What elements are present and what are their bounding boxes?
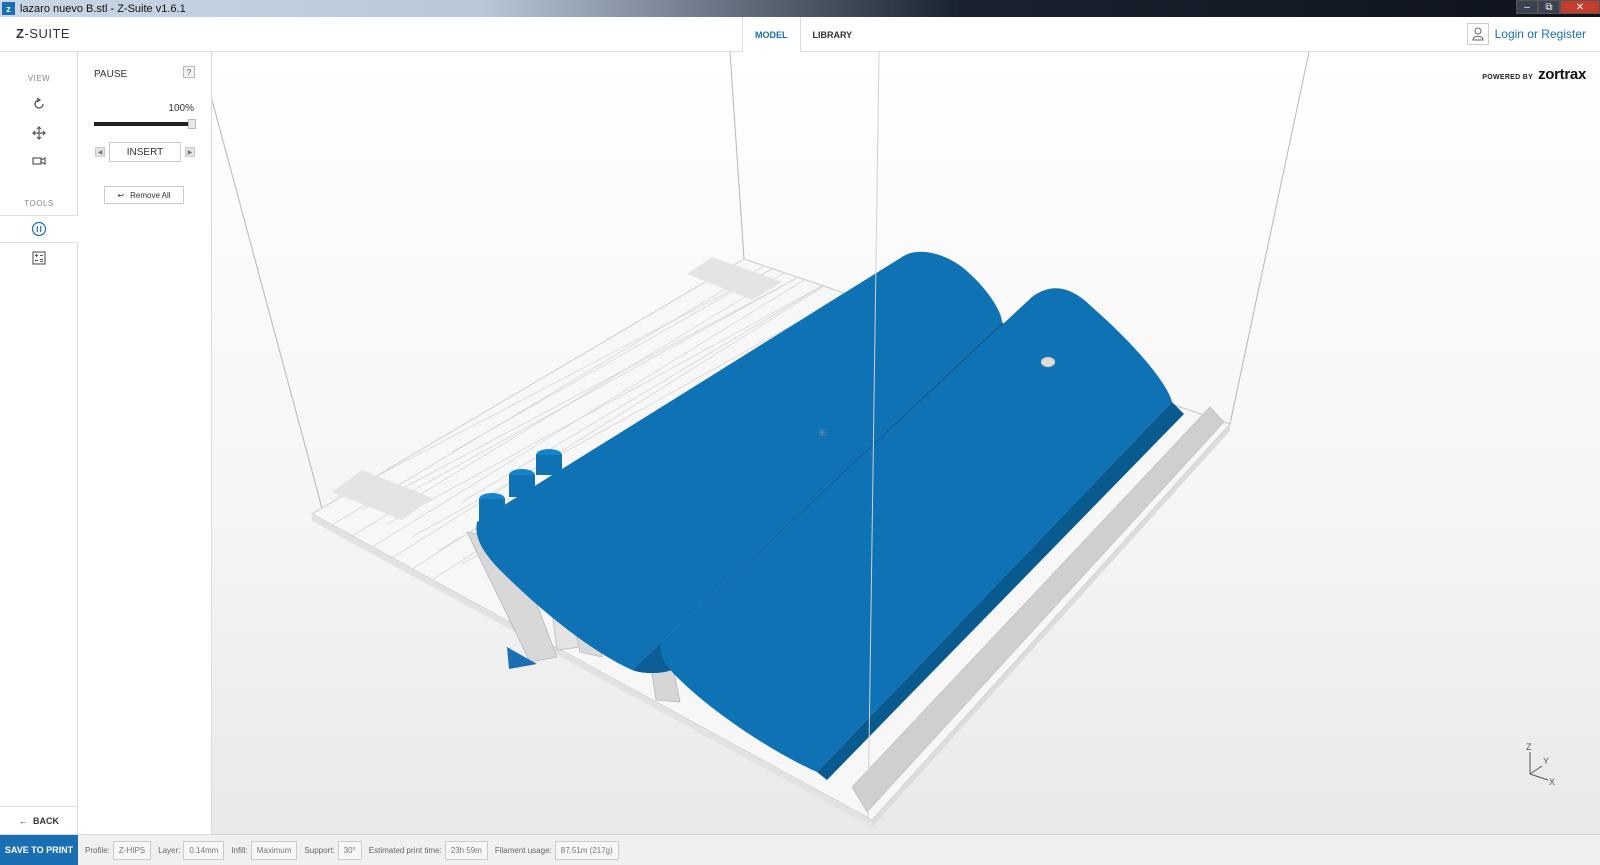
- bottom-status-bar: SAVE TO PRINT Profile: Z-HIPS Layer: 0.1…: [0, 834, 1600, 865]
- app-icon: z: [2, 2, 15, 15]
- layer-settings-icon: [32, 251, 46, 265]
- stat-label: Estimated print time:: [368, 845, 442, 855]
- tab-library[interactable]: LIBRARY: [801, 17, 865, 52]
- stat-profile: Profile: Z-HIPS: [85, 840, 152, 860]
- app-logo: Z-SUITE: [16, 26, 71, 41]
- stat-infill: Infill: Maximum: [231, 840, 298, 860]
- model-post: [536, 455, 562, 475]
- left-sidebar: VIEW TOOLS ← BACK: [0, 52, 78, 834]
- remove-all-label: Remove All: [130, 190, 171, 200]
- powered-by-logo: POWERED BY zortrax: [1482, 66, 1586, 83]
- back-label: BACK: [33, 815, 59, 826]
- scene-svg: ✳ Z Y X: [212, 52, 1555, 827]
- restore-icon[interactable]: ⧉: [1538, 0, 1560, 14]
- volume-edge: [212, 99, 324, 513]
- pan-view-button[interactable]: [0, 120, 78, 146]
- stat-value: 23h 59m: [444, 840, 488, 860]
- window-controls: – ⧉ ✕: [1516, 0, 1600, 14]
- rotate-icon: [34, 97, 44, 109]
- camera-view-button[interactable]: [0, 148, 78, 174]
- stat-label: Layer:: [158, 845, 181, 855]
- minimize-icon[interactable]: –: [1516, 0, 1538, 14]
- stat-value: Maximum: [250, 840, 298, 860]
- arrow-left-icon: ←: [19, 815, 28, 826]
- stat-print-time: Estimated print time: 23h 59m: [368, 840, 488, 860]
- pause-tool-button[interactable]: [0, 215, 78, 243]
- stat-value: 30°: [337, 840, 362, 860]
- model-post: [479, 499, 505, 524]
- login-area[interactable]: Login or Register: [1466, 23, 1586, 45]
- pan-icon: [32, 126, 46, 140]
- user-icon[interactable]: [1466, 23, 1489, 45]
- tools-section-label: TOOLS: [24, 199, 54, 208]
- save-to-print-button[interactable]: SAVE TO PRINT: [0, 834, 78, 865]
- undo-arrow-icon: ↩: [117, 190, 125, 200]
- stat-label: Support:: [304, 845, 335, 855]
- camera-icon: [32, 157, 46, 165]
- rotate-view-button[interactable]: [0, 91, 78, 117]
- powered-by-text: POWERED BY: [1482, 74, 1534, 81]
- back-button[interactable]: ← BACK: [0, 806, 78, 834]
- stat-label: Filament usage:: [494, 845, 552, 855]
- axis-y-label: Y: [1543, 756, 1549, 766]
- stat-value: Z-HIPS: [112, 840, 152, 860]
- stat-value: 0.14mm: [183, 840, 225, 860]
- main-tabs: MODEL LIBRARY: [742, 17, 865, 53]
- model-post: [509, 475, 535, 497]
- stat-value: 87.51m (217g): [554, 840, 619, 860]
- prev-layer-button[interactable]: ◀: [95, 147, 105, 157]
- window-title-bar: z lazaro nuevo B.stl - Z-Suite v1.6.1 – …: [0, 0, 1600, 17]
- stat-label: Infill:: [231, 845, 248, 855]
- tab-model[interactable]: MODEL: [742, 17, 801, 53]
- insert-button[interactable]: INSERT: [109, 142, 181, 162]
- slider-handle[interactable]: [188, 119, 196, 129]
- insert-row: ◀ INSERT ▶: [95, 142, 195, 162]
- top-header: Z-SUITE MODEL LIBRARY Login or Register: [0, 17, 1600, 53]
- login-register-link[interactable]: Login or Register: [1495, 27, 1586, 41]
- center-marker-icon: ✳: [817, 426, 827, 440]
- stat-filament: Filament usage: 87.51m (217g): [494, 840, 619, 860]
- stat-support: Support: 30°: [304, 840, 362, 860]
- layer-slider[interactable]: [94, 119, 196, 129]
- pause-icon: [31, 221, 47, 237]
- axis-z-label: Z: [1526, 742, 1532, 752]
- axis-x-label: X: [1549, 777, 1555, 787]
- brand-logo: zortrax: [1538, 66, 1586, 83]
- view-section-label: VIEW: [27, 74, 51, 83]
- layer-percent: 100%: [168, 103, 194, 114]
- stat-label: Profile:: [85, 845, 110, 855]
- 3d-viewport[interactable]: ✳ Z Y X POWERED BY zortrax: [212, 52, 1600, 834]
- close-icon[interactable]: ✕: [1560, 0, 1600, 14]
- volume-edge: [729, 52, 745, 260]
- stat-layer: Layer: 0.14mm: [158, 840, 225, 860]
- next-layer-button[interactable]: ▶: [185, 147, 195, 157]
- help-button[interactable]: ?: [183, 66, 195, 78]
- pause-panel: PAUSE ? 100% ◀ INSERT ▶ ↩ Remove All: [79, 52, 212, 834]
- panel-title: PAUSE: [94, 69, 128, 80]
- layer-settings-tool-button[interactable]: [0, 245, 78, 271]
- model-hole: [1040, 356, 1056, 368]
- window-title: lazaro nuevo B.stl - Z-Suite v1.6.1: [20, 2, 186, 15]
- volume-edge: [1229, 52, 1310, 425]
- remove-all-button[interactable]: ↩ Remove All: [104, 186, 184, 204]
